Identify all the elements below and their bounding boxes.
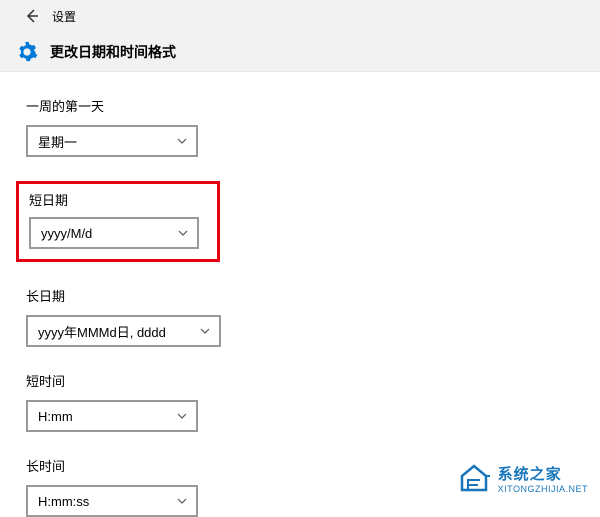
watermark-text: 系统之家 XITONGZHIJIA.NET bbox=[498, 463, 588, 494]
chevron-down-icon bbox=[176, 495, 188, 507]
short-date-dropdown[interactable]: yyyy/M/d bbox=[29, 217, 199, 249]
first-day-label: 一周的第一天 bbox=[26, 96, 600, 115]
long-time-dropdown[interactable]: H:mm:ss bbox=[26, 485, 198, 517]
arrow-left-icon bbox=[24, 8, 40, 24]
long-date-label: 长日期 bbox=[26, 286, 600, 305]
chevron-down-icon bbox=[176, 135, 188, 147]
long-date-dropdown[interactable]: yyyy年MMMd日, dddd bbox=[26, 315, 221, 347]
header: 设置 更改日期和时间格式 bbox=[0, 0, 600, 72]
short-time-value: H:mm bbox=[38, 409, 73, 424]
chevron-down-icon bbox=[177, 227, 189, 239]
gear-icon bbox=[16, 41, 38, 63]
chevron-down-icon bbox=[199, 325, 211, 337]
long-date-field: 长日期 yyyy年MMMd日, dddd bbox=[26, 286, 600, 347]
first-day-field: 一周的第一天 星期一 bbox=[26, 96, 600, 157]
watermark-url: XITONGZHIJIA.NET bbox=[498, 484, 588, 494]
short-time-label: 短时间 bbox=[26, 371, 600, 390]
long-time-value: H:mm:ss bbox=[38, 494, 89, 509]
first-day-dropdown[interactable]: 星期一 bbox=[26, 125, 198, 157]
header-top-bar: 设置 bbox=[0, 0, 600, 32]
first-day-value: 星期一 bbox=[38, 132, 77, 151]
content-area: 一周的第一天 星期一 短日期 yyyy/M/d 长日期 yyyy年MMMd日, … bbox=[0, 72, 600, 517]
short-date-highlight: 短日期 yyyy/M/d bbox=[16, 181, 220, 262]
long-date-value: yyyy年MMMd日, dddd bbox=[38, 322, 166, 341]
short-date-label: 短日期 bbox=[29, 190, 207, 209]
watermark: 系统之家 XITONGZHIJIA.NET bbox=[456, 460, 588, 496]
short-date-value: yyyy/M/d bbox=[41, 226, 92, 241]
app-name: 设置 bbox=[52, 8, 76, 25]
watermark-title: 系统之家 bbox=[498, 463, 588, 484]
watermark-logo-icon bbox=[456, 460, 492, 496]
header-main: 更改日期和时间格式 bbox=[0, 32, 600, 72]
page-title: 更改日期和时间格式 bbox=[50, 42, 176, 62]
short-time-field: 短时间 H:mm bbox=[26, 371, 600, 432]
short-time-dropdown[interactable]: H:mm bbox=[26, 400, 198, 432]
back-button[interactable] bbox=[20, 4, 44, 28]
chevron-down-icon bbox=[176, 410, 188, 422]
